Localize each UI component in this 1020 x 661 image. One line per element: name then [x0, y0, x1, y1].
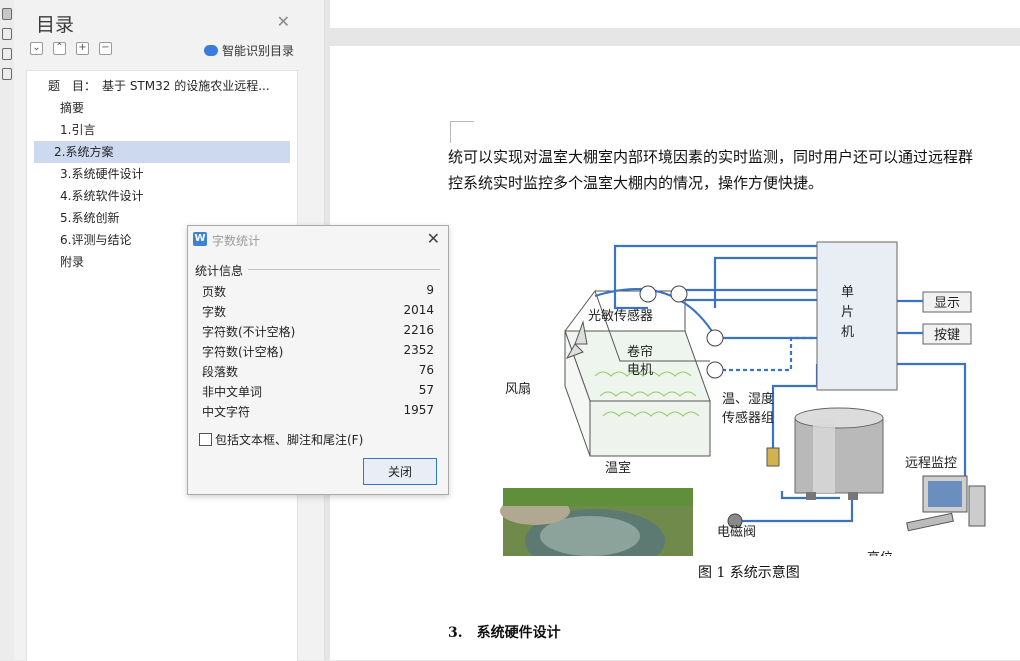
label-light-sensor: 光敏传感器 — [588, 308, 653, 324]
search-icon[interactable] — [2, 68, 12, 80]
stat-value: 76 — [418, 363, 434, 377]
toc-item[interactable]: 1.引言 — [34, 119, 290, 141]
stat-label: 页数 — [202, 285, 227, 299]
label-mcu-1: 单 — [841, 285, 854, 300]
include-notes-checkbox[interactable] — [199, 433, 212, 446]
light-sensor-symbol — [639, 285, 657, 303]
margin-mark — [450, 121, 451, 143]
smart-toc-button[interactable]: 智能识别目录 — [203, 42, 294, 59]
paragraph-line: 控系统实时监控多个温室大棚内的情况，操作方便快捷。 — [448, 174, 824, 192]
section-label: 统计信息 — [195, 264, 244, 278]
stat-row: 段落数 76 — [202, 363, 434, 383]
pond-photo — [500, 488, 693, 556]
stat-value: 2216 — [403, 323, 434, 337]
paragraph-line: 统可以实现对温室大棚室内部环境因素的实时监测，同时用户还可以通过远程群 — [448, 148, 974, 166]
previous-page-bottom — [330, 0, 1020, 28]
bookmark-icon[interactable] — [2, 28, 12, 40]
wps-logo-icon: W — [193, 232, 207, 246]
label-curtain: 卷帘 — [627, 344, 653, 360]
stat-row: 中文字符 1957 — [202, 403, 434, 423]
close-icon[interactable]: ✕ — [427, 229, 440, 248]
valve-symbol — [766, 447, 780, 467]
label-remote: 远程监控 — [905, 456, 957, 471]
stat-row: 字数 2014 — [202, 303, 434, 323]
stat-value: 2014 — [403, 303, 434, 317]
label-fan: 风扇 — [505, 381, 531, 397]
toc-item[interactable]: 题 目： 基于 STM32 的设施农业远程... — [34, 75, 290, 97]
toc-panel-icon[interactable] — [2, 8, 12, 20]
stat-row: 页数 9 — [202, 283, 434, 303]
stat-value: 9 — [426, 283, 434, 297]
stat-label: 字数 — [202, 305, 227, 319]
toc-item[interactable]: 摘要 — [34, 97, 290, 119]
label-tank-1: 高位 — [867, 550, 893, 556]
heading-number: 3. — [448, 625, 463, 641]
stat-label: 中文字符 — [202, 405, 251, 419]
toc-title: 目录 — [36, 14, 75, 36]
close-button[interactable]: 关闭 — [363, 458, 437, 485]
label-th-sensor-1: 温、湿度 — [722, 391, 774, 407]
motor-symbol — [670, 285, 688, 303]
label-motor: 电机 — [627, 363, 653, 378]
label-th-sensor-2: 传感器组 — [722, 410, 774, 426]
system-diagram: 光敏传感器 卷帘 电机 风扇 温、湿度 传感器组 温室 单 片 机 显示 按键 … — [500, 241, 986, 556]
smart-ai-icon — [203, 45, 218, 56]
label-greenhouse: 温室 — [605, 460, 631, 476]
stat-value: 57 — [418, 383, 434, 397]
smart-toc-label: 智能识别目录 — [221, 44, 294, 58]
stat-value: 2352 — [403, 343, 434, 357]
section-heading: 3. 系统硬件设计 — [448, 622, 575, 642]
word-count-dialog: W 字数统计 ✕ 统计信息 页数 9 字数 2014 字符数(不计空格) 221… — [187, 225, 449, 495]
toc-item[interactable]: 4.系统软件设计 — [34, 185, 290, 207]
stat-label: 字符数(不计空格) — [202, 325, 296, 339]
remove-level-icon[interactable]: − — [99, 42, 112, 55]
stat-row: 非中文单词 57 — [202, 383, 434, 403]
stat-row: 字符数(不计空格) 2216 — [202, 323, 434, 343]
close-icon[interactable]: ✕ — [277, 12, 290, 31]
mcu-box — [816, 241, 898, 391]
label-keys: 按键 — [934, 328, 960, 343]
page-icon[interactable] — [2, 48, 12, 60]
side-icon-rail — [0, 0, 15, 660]
body-paragraph: 统可以实现对温室大棚室内部环境因素的实时监测，同时用户还可以通过远程群 控系统实… — [448, 144, 1018, 196]
label-valve: 电磁阀 — [717, 525, 756, 540]
stat-label: 非中文单词 — [202, 385, 263, 399]
expand-down-icon[interactable]: ⌄ — [30, 42, 43, 55]
collapse-up-icon[interactable]: ⌃ — [53, 42, 66, 55]
figure-caption: 图 1 系统示意图 — [698, 565, 800, 581]
computer-icon — [906, 475, 986, 532]
stat-row: 字符数(计空格) 2352 — [202, 343, 434, 363]
label-mcu-2: 片 — [841, 305, 854, 320]
dialog-title: 字数统计 — [212, 234, 261, 248]
stat-label: 字符数(计空格) — [202, 345, 284, 359]
stat-label: 段落数 — [202, 365, 239, 379]
add-level-icon[interactable]: + — [76, 42, 89, 55]
heading-text: 系统硬件设计 — [476, 625, 561, 641]
toc-item[interactable]: 3.系统硬件设计 — [34, 163, 290, 185]
stat-value: 1957 — [403, 403, 434, 417]
water-tank — [794, 407, 884, 500]
margin-mark — [450, 121, 474, 122]
label-mcu-3: 机 — [841, 325, 854, 340]
section-divider — [248, 269, 440, 270]
temp-sensor-symbol — [706, 329, 724, 347]
label-display: 显示 — [934, 296, 960, 311]
humidity-sensor-symbol — [706, 361, 724, 379]
dialog-titlebar[interactable]: W 字数统计 ✕ — [188, 226, 448, 254]
toc-item-selected[interactable]: 2.系统方案 — [34, 141, 290, 163]
toc-toolbar: ⌄ ⌃ + − — [30, 42, 112, 55]
include-notes-label[interactable]: 包括文本框、脚注和尾注(F) — [215, 431, 363, 448]
